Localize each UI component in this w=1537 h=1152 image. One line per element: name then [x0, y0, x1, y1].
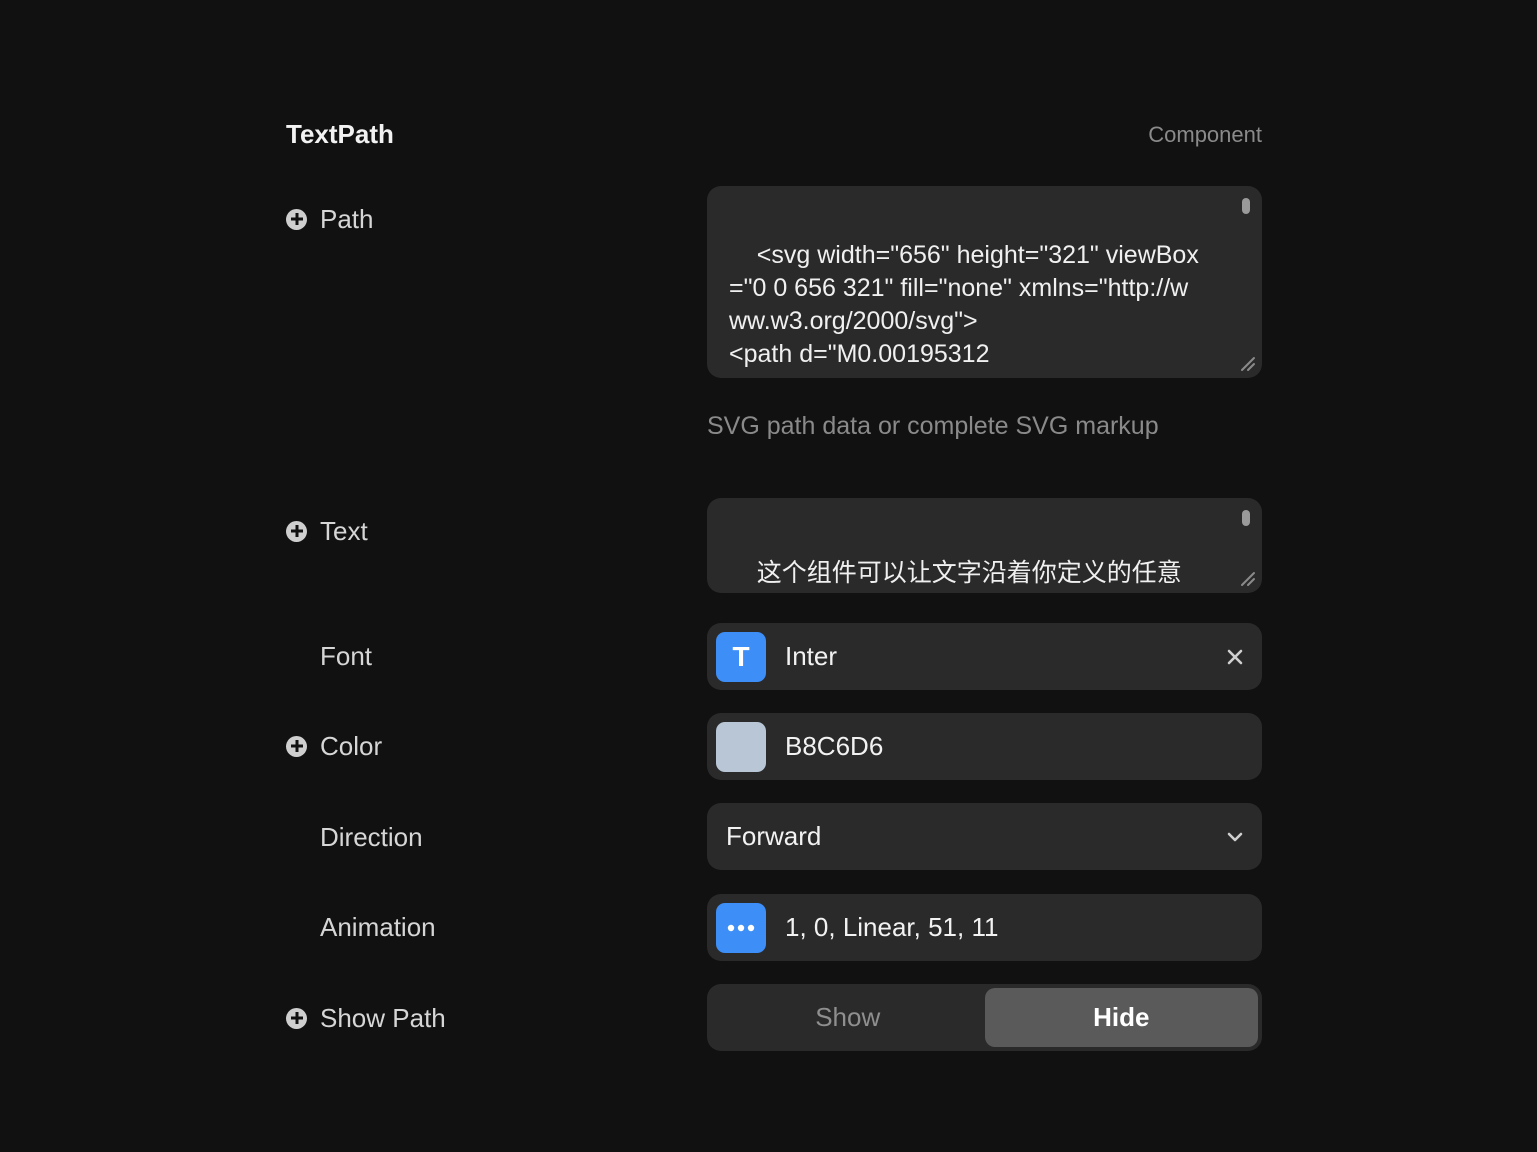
color-label-row: Color: [286, 729, 382, 763]
scrollbar-thumb[interactable]: [1242, 510, 1250, 526]
type-icon-glyph: T: [732, 640, 750, 672]
text-value: 这个组件可以让文字沿着你定义的任意路径平滑移动。你可以控制移动速度，: [756, 559, 1182, 587]
resize-handle-icon[interactable]: [1238, 354, 1256, 372]
path-label-row: Path: [286, 202, 374, 236]
animation-value: 1, 0, Linear, 51, 11: [785, 912, 999, 942]
add-icon[interactable]: [286, 1007, 307, 1029]
font-label: Font: [320, 640, 373, 671]
font-value: Inter: [785, 641, 838, 671]
animation-label-row: Animation: [286, 910, 436, 944]
component-title: TextPath: [286, 119, 394, 149]
add-icon[interactable]: [286, 208, 307, 230]
component-kind-label: Component: [1148, 122, 1262, 147]
type-icon: T: [716, 631, 766, 682]
text-label: Text: [320, 515, 368, 546]
text-textarea[interactable]: 这个组件可以让文字沿着你定义的任意路径平滑移动。你可以控制移动速度，: [707, 498, 1262, 593]
direction-value: Forward: [726, 821, 822, 851]
animation-label: Animation: [320, 911, 436, 942]
show-option[interactable]: Show: [711, 988, 985, 1047]
font-field[interactable]: T Inter: [707, 623, 1262, 690]
color-field[interactable]: B8C6D6: [707, 713, 1262, 780]
color-swatch[interactable]: [716, 721, 766, 772]
add-icon[interactable]: [286, 520, 307, 542]
resize-handle-icon[interactable]: [1238, 569, 1256, 587]
path-hint: SVG path data or complete SVG markup: [707, 412, 1159, 440]
direction-label-row: Direction: [286, 820, 423, 854]
path-label: Path: [320, 203, 374, 234]
show-path-label-row: Show Path: [286, 1001, 446, 1035]
text-label-row: Text: [286, 514, 368, 548]
show-path-toggle[interactable]: Show Hide: [707, 984, 1262, 1051]
hide-option[interactable]: Hide: [984, 988, 1258, 1047]
font-label-row: Font: [286, 639, 372, 673]
color-label: Color: [320, 730, 383, 761]
chevron-down-icon: [1227, 832, 1243, 841]
add-icon[interactable]: [286, 735, 307, 757]
direction-label: Direction: [320, 821, 423, 852]
properties-panel: TextPath Component Path <svg width="656"…: [286, 100, 1262, 1100]
direction-select[interactable]: Forward: [707, 803, 1262, 870]
ellipsis-glyph: [727, 924, 755, 931]
close-icon[interactable]: [1226, 648, 1244, 666]
show-path-label: Show Path: [320, 1002, 446, 1033]
panel-header: TextPath Component: [286, 118, 1262, 154]
scrollbar-thumb[interactable]: [1242, 198, 1250, 214]
more-icon: [716, 902, 766, 953]
path-textarea[interactable]: <svg width="656" height="321" viewBox="0…: [707, 186, 1262, 378]
path-value: <svg width="656" height="321" viewBox="0…: [729, 241, 1199, 368]
animation-field[interactable]: 1, 0, Linear, 51, 11: [707, 894, 1262, 961]
color-value: B8C6D6: [785, 731, 884, 761]
